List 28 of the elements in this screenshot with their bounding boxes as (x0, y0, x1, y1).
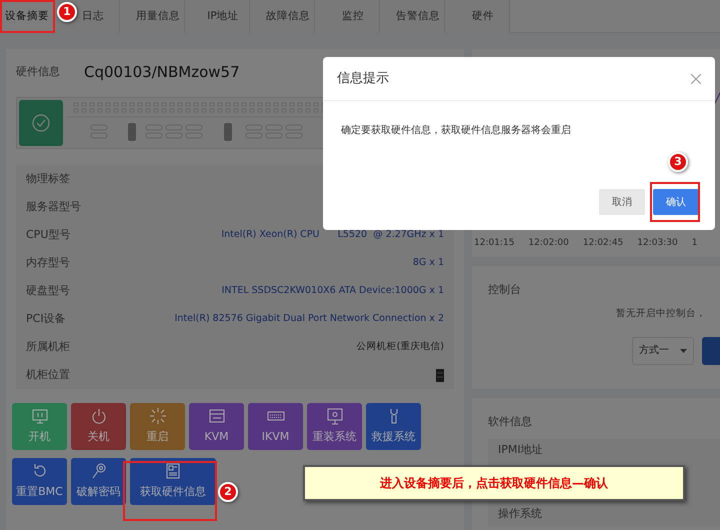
field-label: 机柜位置 (26, 366, 70, 383)
field-label: PCI设备 (26, 310, 66, 327)
field-value: INTEL SSDSC2KW010X6 ATA Device:1000G x 1 (222, 284, 444, 298)
field-value: Intel(R) 82576 Gigabit Dual Port Network Connection x 2 (174, 312, 444, 326)
card-title: 控制台 (488, 282, 522, 298)
axis-label: 12:02:45 (582, 237, 624, 250)
field-label: 所属机柜 (26, 338, 70, 355)
field-value: 公网机柜(重庆电信) (356, 340, 444, 354)
server-name: Cq00103/NBMzow57 (84, 62, 240, 83)
field-label: 服务器型号 (26, 198, 81, 215)
field-value: 8G x 1 (412, 256, 444, 270)
instruction-callout: 进入设备摘要后，点击获取硬件信息—确认 (303, 465, 685, 501)
section-title: 硬件信息 (16, 64, 60, 80)
console-message: 暂无开启中控制台， (616, 306, 706, 320)
axis-label: 12:01:15 (474, 237, 514, 250)
field-label: 操作系统 (497, 506, 543, 522)
field-label: CPU型号 (26, 226, 70, 243)
axis-label: 1 (692, 237, 698, 250)
axis-label: 12:03:30 (637, 237, 678, 250)
axis-label: 12:02:00 (528, 237, 569, 250)
field-label: 硬盘型号 (26, 282, 70, 299)
field-label: 物理标签 (26, 170, 70, 187)
field-value: Intel(R) Xeon(R) CPU L5520 @ 2.27GHz x 1 (221, 228, 444, 242)
field-label: IPMI地址 (497, 442, 544, 458)
card-title: 软件信息 (488, 414, 533, 430)
field-label: 内存型号 (26, 254, 70, 271)
dialog-title: 信息提示 (337, 70, 389, 88)
dialog-message: 确定要获取硬件信息，获取硬件信息服务器将会重启 (341, 124, 571, 138)
